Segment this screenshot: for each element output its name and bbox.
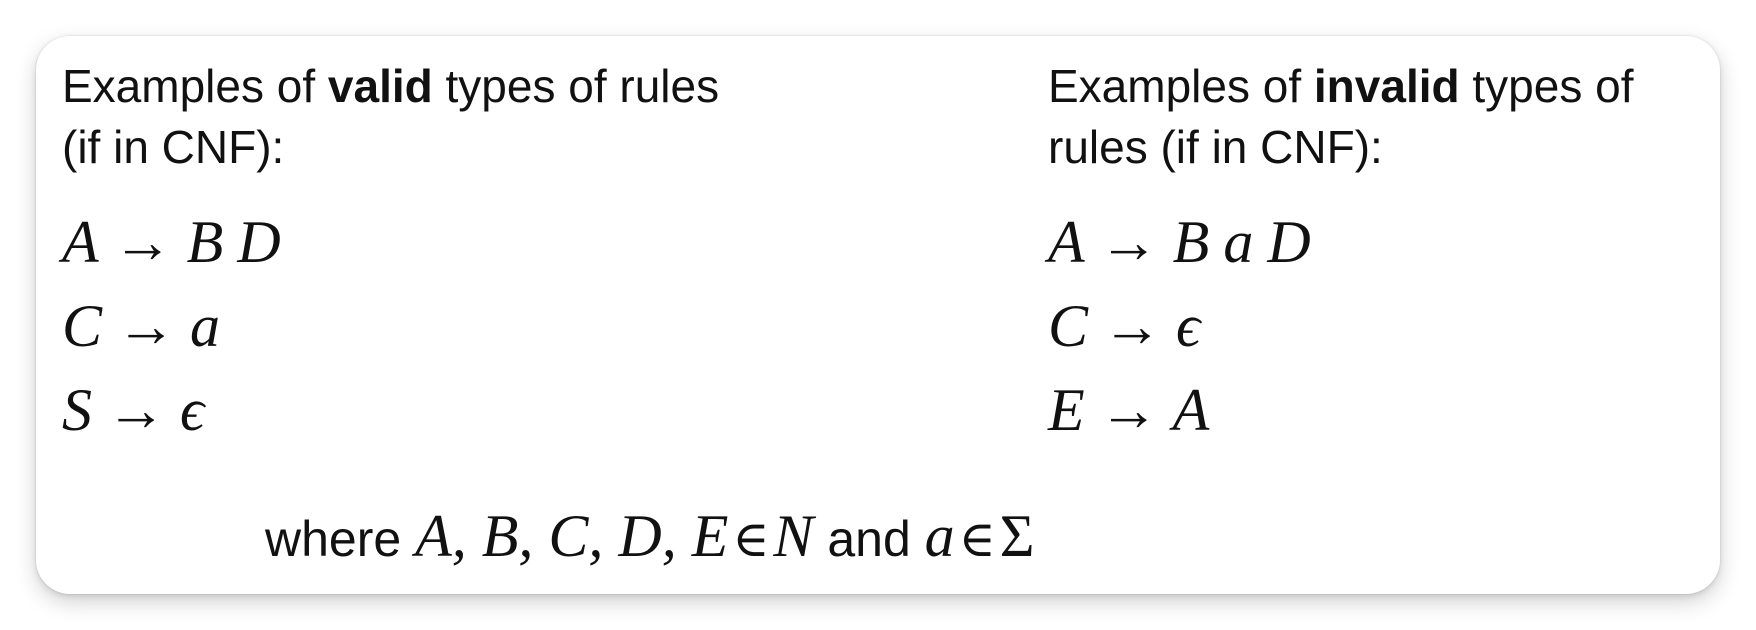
nonterminal-set: N xyxy=(773,503,814,569)
element-of-symbol: ∈ xyxy=(732,510,770,568)
terminal-symbol: a xyxy=(924,503,955,569)
invalid-rules-list: A → Ba D C → ϵ E → A xyxy=(1048,200,1708,452)
valid-rule: S → ϵ xyxy=(62,377,205,443)
arrow-symbol: → xyxy=(112,209,173,275)
set-membership-footnote: where A, B, C, D, E ∈ N and a ∈ Σ xyxy=(265,503,1035,569)
valid-rules-column: Examples of valid types of rules (if in C… xyxy=(62,56,982,452)
terminal-set: Σ xyxy=(999,503,1035,569)
invalid-emphasis: invalid xyxy=(1313,60,1460,112)
invalid-rule: C → ϵ xyxy=(1048,293,1201,359)
arrow-symbol: → xyxy=(1102,293,1163,359)
invalid-rules-column: Examples of invalid types of rules (if in… xyxy=(1048,56,1708,452)
valid-rule: A → B D xyxy=(62,209,281,275)
valid-rules-list: A → B D C → a S → ϵ xyxy=(62,200,982,452)
valid-emphasis: valid xyxy=(327,60,433,112)
valid-rules-heading: Examples of valid types of rules (if in C… xyxy=(62,60,720,173)
invalid-rule: A → Ba D xyxy=(1048,209,1311,275)
arrow-symbol: → xyxy=(116,293,177,359)
invalid-rules-heading: Examples of invalid types of rules (if in… xyxy=(1048,60,1634,173)
arrow-symbol: → xyxy=(1098,377,1159,443)
arrow-symbol: → xyxy=(106,377,166,443)
valid-rule: C → a xyxy=(62,293,221,359)
nonterminal-list: A, B, C, D, E xyxy=(415,503,729,569)
invalid-rule: E → A xyxy=(1048,377,1210,443)
arrow-symbol: → xyxy=(1098,209,1159,275)
element-of-symbol: ∈ xyxy=(958,510,996,568)
cnf-examples-card: Examples of valid types of rules (if in C… xyxy=(36,36,1720,594)
